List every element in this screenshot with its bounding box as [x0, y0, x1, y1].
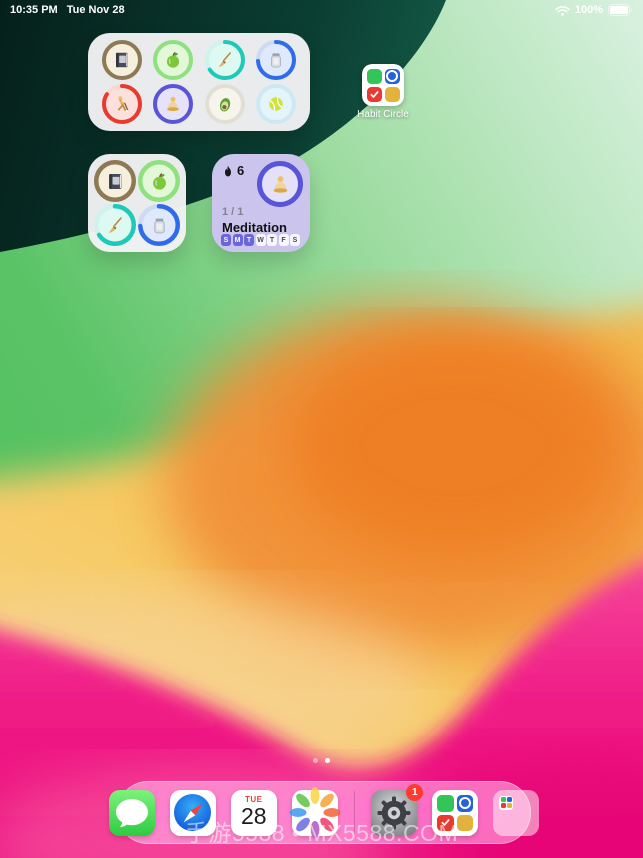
- hockey-icon: [112, 94, 132, 114]
- battery-icon: [608, 4, 633, 16]
- status-time: 10:35 PM: [10, 4, 58, 16]
- meditation-widget[interactable]: 6 1 / 1 Meditation SMTWTFS: [212, 154, 310, 252]
- page-indicator[interactable]: [0, 758, 643, 763]
- jar-habit-ring[interactable]: [256, 40, 296, 80]
- meditation-progress-label: 1 / 1: [222, 206, 243, 218]
- meditate-habit-ring[interactable]: [153, 84, 193, 124]
- flame-icon: [222, 164, 234, 178]
- apple-habit-ring[interactable]: [138, 160, 180, 202]
- broom-habit-ring[interactable]: [94, 204, 136, 246]
- tile-blue-ring: [385, 69, 400, 85]
- jar-icon: [266, 50, 286, 70]
- meditation-progress-ring[interactable]: [257, 161, 303, 207]
- notification-badge: 1: [406, 784, 423, 801]
- wallpaper: [0, 0, 643, 858]
- calendar-app-icon[interactable]: TUE 28: [231, 790, 277, 836]
- habit-circle-app-label: Habit Circle: [343, 109, 423, 120]
- apple-icon: [149, 171, 170, 192]
- book-habit-ring[interactable]: [94, 160, 136, 202]
- battery-percent: 100%: [575, 4, 603, 16]
- day-pill-t: T: [244, 234, 254, 246]
- tile-blue-ring: [457, 795, 474, 812]
- meditate-habit-ring[interactable]: [257, 161, 303, 207]
- jar-habit-ring[interactable]: [138, 204, 180, 246]
- status-bar: 10:35 PM Tue Nov 28 100%: [0, 0, 643, 20]
- avocado-habit-ring[interactable]: [205, 84, 245, 124]
- habit-widget-large[interactable]: [88, 33, 310, 131]
- day-pill-s: S: [290, 234, 300, 246]
- photos-app-icon[interactable]: [292, 790, 338, 836]
- apple-habit-ring[interactable]: [153, 40, 193, 80]
- meditation-title: Meditation: [222, 220, 287, 235]
- broom-icon: [105, 215, 126, 236]
- day-pill-f: F: [279, 234, 289, 246]
- habit-widget-small[interactable]: [88, 154, 186, 252]
- page-dot-inactive[interactable]: [313, 758, 318, 763]
- tile-green: [437, 795, 454, 812]
- day-pill-m: M: [233, 234, 243, 246]
- apple-icon: [163, 50, 183, 70]
- hockey-habit-ring[interactable]: [102, 84, 142, 124]
- meditate-icon: [163, 94, 183, 114]
- streak-count: 6: [237, 163, 244, 178]
- mini-habit-circle-icon: [499, 796, 513, 810]
- day-pill-t: T: [267, 234, 277, 246]
- status-date: Tue Nov 28: [67, 4, 125, 16]
- avocado-icon: [215, 94, 235, 114]
- wifi-icon: [555, 5, 570, 16]
- habit-circle-app-icon: [432, 790, 478, 836]
- book-icon: [105, 171, 126, 192]
- jar-icon: [149, 215, 170, 236]
- tile-yellow: [385, 87, 400, 102]
- habit-circle-app[interactable]: Habit Circle: [343, 64, 423, 120]
- habit-circle-dock-icon[interactable]: [432, 790, 478, 836]
- book-icon: [112, 50, 132, 70]
- tennis-icon: [266, 94, 286, 114]
- calendar-day: 28: [241, 804, 267, 828]
- tile-red-check: [437, 815, 454, 831]
- weekday-strip: SMTWTFS: [221, 234, 300, 246]
- broom-icon: [215, 50, 235, 70]
- meditate-icon: [269, 173, 292, 196]
- habit-circle-app-icon: [362, 64, 404, 106]
- tennis-habit-ring[interactable]: [256, 84, 296, 124]
- dock: TUE 28: [117, 781, 531, 844]
- dock-divider: [354, 791, 356, 835]
- dock-folder[interactable]: [493, 790, 539, 836]
- messages-app-icon[interactable]: [109, 790, 155, 836]
- broom-habit-ring[interactable]: [205, 40, 245, 80]
- tile-yellow: [457, 815, 474, 831]
- photos-flower-icon: [292, 790, 338, 836]
- ipad-home-screen: 10:35 PM Tue Nov 28 100%: [0, 0, 643, 858]
- day-pill-s: S: [221, 234, 231, 246]
- book-habit-ring[interactable]: [102, 40, 142, 80]
- tile-green: [367, 69, 382, 85]
- compass-icon: [174, 794, 211, 831]
- tile-red-check: [367, 87, 382, 102]
- page-dot-active[interactable]: [325, 758, 330, 763]
- day-pill-w: W: [256, 234, 266, 246]
- speech-bubble-icon: [109, 790, 155, 836]
- settings-app-icon[interactable]: 1: [371, 790, 417, 836]
- safari-app-icon[interactable]: [170, 790, 216, 836]
